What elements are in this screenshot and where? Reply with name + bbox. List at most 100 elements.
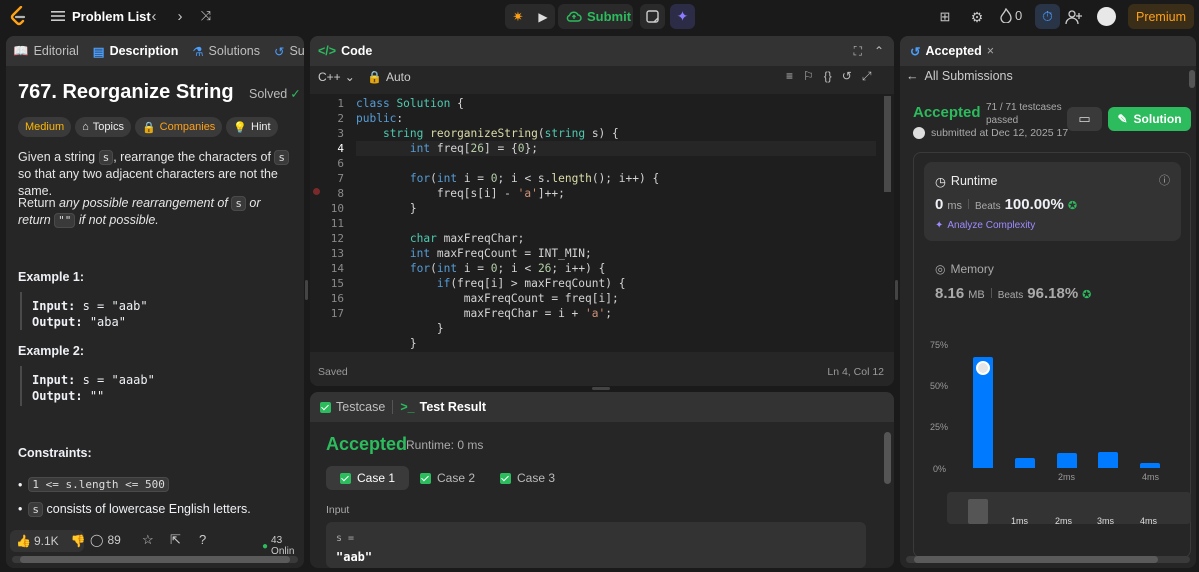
- chart-bar[interactable]: [1098, 452, 1118, 468]
- companies-tag[interactable]: 🔒 Companies: [134, 117, 223, 137]
- braces-icon[interactable]: {}: [824, 69, 832, 84]
- tab-editorial[interactable]: 📖 Editorial: [6, 44, 86, 59]
- breakpoint-icon[interactable]: [313, 188, 320, 195]
- tab-submissions[interactable]: ↺ Submi: [267, 44, 304, 59]
- run-icon[interactable]: ▶: [534, 8, 552, 26]
- code-editor[interactable]: 1 2 3 4 6 7 8 10 11 12 13 14 15 16 17 cl…: [310, 94, 894, 352]
- scrollbar-thumb[interactable]: [20, 556, 290, 563]
- debug-icon[interactable]: ✷: [509, 8, 527, 26]
- code-line: string reorganizeString(string s) {: [382, 127, 619, 140]
- close-icon[interactable]: ×: [987, 44, 994, 58]
- sparkle-icon: ✦: [935, 220, 944, 231]
- output-label: Output:: [32, 315, 83, 329]
- prev-problem-icon[interactable]: ‹: [146, 7, 162, 25]
- line-number: 6: [337, 157, 344, 170]
- resize-handle[interactable]: [305, 280, 308, 300]
- shuffle-icon[interactable]: ⤨: [197, 7, 215, 25]
- saved-status: Saved: [318, 366, 348, 378]
- info-icon[interactable]: ⓘ: [1159, 172, 1170, 188]
- code-tab[interactable]: </> Code: [310, 44, 379, 58]
- beats-label: Beats: [997, 290, 1024, 301]
- runtime-header: ◷ Runtime: [935, 174, 997, 189]
- difficulty-tag[interactable]: Medium: [18, 117, 72, 137]
- expand-icon[interactable]: ⤢: [862, 69, 872, 84]
- maximize-icon[interactable]: ⛶: [854, 44, 862, 59]
- language-select[interactable]: C++ ⌄: [318, 70, 355, 84]
- tab-description[interactable]: ▤ Description: [86, 44, 186, 59]
- case-tab-2[interactable]: Case 2: [406, 466, 489, 490]
- collapse-icon[interactable]: ⌃: [874, 44, 884, 58]
- code-line: for(int i = 0; i < s.length(); i++) {: [409, 172, 660, 185]
- list-icon[interactable]: [50, 8, 66, 24]
- tab-solutions-label: Solutions: [208, 44, 260, 58]
- horizontal-scrollbar[interactable]: [12, 556, 298, 563]
- tab-accepted[interactable]: ↺ Accepted ×: [900, 44, 1001, 59]
- star-icon[interactable]: ☆: [142, 532, 154, 548]
- tab-submissions-label: Submi: [289, 44, 304, 58]
- chevron-down-icon: ⌄: [344, 70, 355, 84]
- range-handle[interactable]: [968, 499, 988, 524]
- analyze-complexity-link[interactable]: ✦ Analyze Complexity: [935, 220, 1035, 231]
- chart-bar[interactable]: [1015, 458, 1035, 468]
- horizontal-scrollbar[interactable]: [906, 556, 1190, 563]
- description-paragraph-1: Given a string s, rearrange the characte…: [18, 149, 293, 200]
- case-label: Case 1: [357, 471, 396, 485]
- case-tab-3[interactable]: Case 3: [486, 466, 569, 490]
- layout-icon[interactable]: ⊞: [936, 8, 954, 26]
- editorial-button[interactable]: ▭: [1067, 107, 1102, 131]
- share-icon[interactable]: ⇱: [170, 532, 181, 548]
- hint-label: Hint: [251, 121, 271, 133]
- runtime-unit: ms: [947, 200, 963, 212]
- memory-header[interactable]: ◎ Memory: [935, 262, 994, 276]
- next-problem-icon[interactable]: ›: [172, 7, 188, 25]
- line-number: 13: [330, 247, 344, 260]
- submit-button[interactable]: Submit: [558, 4, 633, 29]
- thumbs-down-icon[interactable]: 👎: [71, 534, 86, 548]
- passed-label: passed: [986, 115, 1019, 126]
- tab-testcase[interactable]: Testcase: [310, 400, 392, 414]
- resize-handle[interactable]: [895, 280, 898, 300]
- streak-counter[interactable]: 0: [1000, 8, 1022, 23]
- help-icon[interactable]: ?: [199, 532, 206, 547]
- bookmark-icon[interactable]: ⚐: [803, 69, 814, 84]
- vertical-scrollbar[interactable]: [884, 432, 891, 484]
- resize-handle[interactable]: [592, 387, 610, 390]
- avatar[interactable]: [1097, 7, 1116, 26]
- problem-list-link[interactable]: Problem List: [72, 9, 151, 24]
- tab-test-result[interactable]: >_ Test Result: [393, 400, 493, 414]
- ai-assist-button[interactable]: ✦: [670, 4, 695, 29]
- note-button[interactable]: [640, 4, 665, 29]
- vertical-scrollbar[interactable]: [1189, 70, 1195, 88]
- runtime-card[interactable]: ◷ Runtime ⓘ 0 ms Beats 100.00% ✪ ✦ Analyze…: [924, 162, 1181, 241]
- timer-button[interactable]: ⏱: [1035, 4, 1060, 29]
- example-1-title: Example 1:: [18, 270, 85, 284]
- hint-tag[interactable]: 💡 Hint: [226, 117, 278, 137]
- thumbs-up-icon[interactable]: 👍: [16, 534, 31, 548]
- scrollbar-thumb[interactable]: [914, 556, 1158, 563]
- check-icon: [340, 472, 351, 484]
- code-line: public:: [356, 112, 404, 125]
- format-icon[interactable]: ≡: [786, 69, 793, 84]
- all-submissions-link[interactable]: ← All Submissions: [906, 69, 1013, 83]
- settings-icon[interactable]: ⚙: [968, 8, 986, 26]
- reset-icon[interactable]: ↺: [842, 69, 852, 84]
- solution-button[interactable]: ✎ Solution: [1108, 107, 1191, 131]
- line-number: 1: [337, 97, 344, 110]
- leetcode-logo-icon[interactable]: [8, 5, 30, 27]
- topics-tag[interactable]: ⌂ Topics: [75, 117, 131, 137]
- memory-unit: MB: [968, 289, 985, 301]
- chart-bar[interactable]: [1057, 453, 1077, 468]
- auto-mode[interactable]: 🔒 Auto: [367, 70, 411, 84]
- chart-bar[interactable]: [1140, 463, 1160, 468]
- premium-button[interactable]: Premium: [1128, 4, 1194, 29]
- tab-solutions[interactable]: ⚗ Solutions: [185, 44, 267, 59]
- case-tab-1[interactable]: Case 1: [326, 466, 410, 490]
- vertical-scrollbar[interactable]: [884, 96, 891, 192]
- memory-title: Memory: [950, 262, 994, 276]
- topics-label: Topics: [92, 121, 124, 133]
- range-selector[interactable]: 1ms 2ms 3ms 4ms: [947, 492, 1191, 526]
- comments-button[interactable]: ◯ 89: [90, 533, 121, 547]
- add-user-icon[interactable]: [1064, 7, 1084, 27]
- companies-label: Companies: [159, 121, 216, 133]
